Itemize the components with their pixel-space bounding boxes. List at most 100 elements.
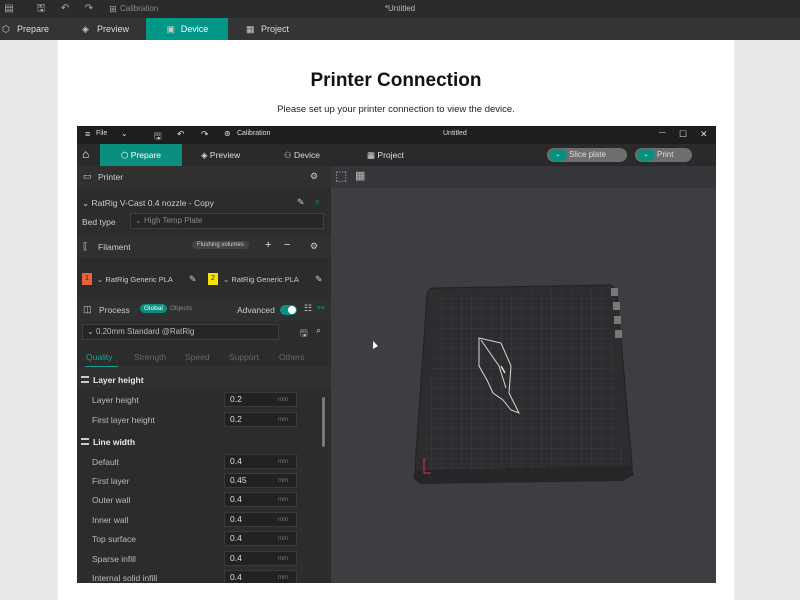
inner-list-icon: ☷	[304, 303, 313, 313]
inner-process-profile-select: ⌄ 0.20mm Standard @RatRig	[82, 324, 279, 340]
inner-panel-scrollbar	[322, 397, 325, 447]
cursor-icon	[373, 341, 378, 349]
inner-edit-icon: ✎	[189, 274, 197, 284]
inner-search-icon: ⌕	[316, 325, 322, 335]
inner-param-label: Layer height	[92, 395, 139, 405]
inner-chevron-down-icon: ⌄	[135, 216, 144, 225]
inner-view-cube-icon: ⬚	[335, 168, 348, 183]
inner-gear-icon: ⚙	[310, 171, 319, 181]
inner-tab-device: ⚇ Device	[284, 150, 320, 160]
inner-gear-icon: ⚙	[310, 241, 319, 251]
inner-calibration-icon: ⊛	[224, 129, 231, 138]
inner-plate-tab	[613, 302, 620, 310]
inner-layer-icon	[81, 376, 89, 383]
inner-subtab-others: Others	[279, 352, 305, 362]
window-title: *Untitled	[384, 4, 416, 13]
inner-param-label: First layer	[92, 476, 130, 486]
inner-param-unit: mm	[278, 517, 288, 523]
inner-group-layer-height: Layer height	[81, 375, 144, 385]
inner-print-dropdown-icon: ⌄	[637, 149, 655, 161]
inner-edit-icon: ✎	[315, 274, 323, 284]
inner-param-unit: mm	[278, 478, 288, 484]
inner-minimize-icon: —	[659, 129, 666, 136]
inner-wifi-icon: ⌾	[315, 198, 320, 207]
inner-save-icon: 🖫	[154, 131, 162, 141]
inner-plate-tab	[615, 330, 622, 338]
inner-compare-icon: ⚯	[317, 303, 325, 313]
inner-bed-type-select: ⌄ High Temp Plate	[130, 213, 324, 229]
inner-param-label: Outer wall	[92, 495, 131, 505]
inner-param-unit: mm	[278, 536, 288, 542]
inner-3d-viewport: ⬚ ▦	[331, 166, 716, 583]
inner-switch-knob	[288, 306, 296, 314]
inner-param-label: Internal solid infill	[92, 573, 158, 583]
inner-calibration-label: Calibration	[237, 130, 271, 137]
inner-param-unit: mm	[278, 459, 288, 465]
inner-device-icon: ⚇	[284, 150, 294, 160]
inner-maximize-icon: ☐	[679, 129, 688, 139]
inner-print-button: ⌄ Print	[635, 148, 692, 162]
inner-slice-plate-button: ⌄ Slice plate	[547, 148, 627, 162]
tab-device[interactable]: ▣ Device	[146, 18, 228, 40]
tab-preview[interactable]: ◈ Preview	[82, 18, 142, 40]
inner-group-line-width: Line width	[81, 437, 135, 447]
inner-param-unit: mm	[278, 497, 288, 503]
inner-subtab-support: Support	[229, 352, 259, 362]
inner-objects-toggle: Objects	[170, 305, 193, 312]
inner-param-unit: mm	[278, 397, 288, 403]
inner-line-width-icon	[81, 438, 89, 445]
inner-printer-name: ⌄ RatRig V-Cast 0.4 nozzle - Copy	[82, 198, 214, 208]
inner-close-icon: ✕	[700, 129, 708, 139]
inner-subtab-underline	[85, 366, 118, 367]
inner-param-unit: mm	[278, 556, 288, 562]
inner-remove-icon: −	[284, 239, 291, 251]
tab-project[interactable]: ▦ Project	[246, 18, 306, 40]
inner-layers-icon: ◈	[201, 150, 210, 160]
inner-param-label: Sparse infill	[92, 554, 136, 564]
inner-flushing-button: Flushing volumes	[192, 241, 249, 249]
inner-tab-bar: ⌂ ⬡ Prepare ◈ Preview ⚇ Device ▦ Project…	[77, 144, 716, 166]
inner-subtab-strength: Strength	[134, 352, 167, 362]
inner-cube-icon: ⬡	[120, 150, 131, 160]
inner-window-title: Untitled	[443, 130, 467, 137]
project-icon: ▦	[246, 24, 255, 34]
device-icon: ▣	[166, 24, 175, 34]
inner-plate-tab	[614, 316, 621, 324]
inner-undo-icon: ↶	[177, 129, 185, 139]
inner-grid-icon: ▦	[355, 170, 366, 182]
inner-chevron-down-icon: ⌄	[87, 327, 96, 336]
page-title: Printer Connection	[310, 70, 482, 91]
inner-filament-swatch-2: 2	[208, 273, 218, 285]
inner-project-icon: ▦	[367, 150, 378, 160]
inner-viewport-toolbar: ⬚ ▦	[331, 166, 716, 188]
inner-subtab-speed: Speed	[185, 352, 210, 362]
main-tab-bar: ⬡ Prepare ◈ Preview ▣ Device ▦ Project	[0, 18, 800, 40]
inner-filament-icon: ⟦	[83, 241, 88, 251]
inner-add-icon: +	[265, 239, 272, 251]
inner-param-label: First layer height	[92, 415, 155, 425]
inner-menu-icon: ≡	[85, 129, 91, 139]
title-bar: ▤ 🖫 ↶ ↷ ⊞ Calibration *Untitled	[0, 0, 800, 18]
inner-title-bar: ≡ File ⌄ 🖫 ↶ ↷ ⊛ Calibration Untitled — …	[77, 126, 716, 144]
inner-slice-dropdown-icon: ⌄	[549, 149, 567, 161]
inner-advanced-label: Advanced	[237, 305, 275, 315]
inner-global-toggle: Global	[140, 304, 167, 313]
inner-redo-icon: ↷	[201, 129, 209, 139]
layers-icon: ◈	[82, 24, 89, 34]
inner-filament-swatch-1: 1	[82, 273, 92, 285]
inner-edit-icon: ✎	[297, 197, 305, 207]
inner-chevron-down-icon: ⌄	[121, 129, 128, 138]
inner-param-label: Top surface	[92, 534, 136, 544]
inner-param-label: Default	[92, 457, 119, 467]
page-subtitle: Please set up your printer connection to…	[277, 104, 515, 115]
inner-filament-2: ⌄ RatRig Generic PLA	[223, 275, 299, 284]
inner-plate-grid	[423, 291, 623, 470]
tab-prepare[interactable]: ⬡ Prepare	[2, 18, 62, 40]
inner-tab-preview: ◈ Preview	[201, 150, 241, 160]
inner-param-unit: mm	[278, 575, 288, 581]
inner-tab-project: ▦ Project	[367, 150, 404, 160]
cube-icon: ⬡	[2, 24, 10, 34]
inner-home-icon: ⌂	[82, 147, 90, 161]
inner-tab-prepare: ⬡ Prepare	[100, 144, 182, 166]
inner-param-unit: mm	[278, 417, 288, 423]
